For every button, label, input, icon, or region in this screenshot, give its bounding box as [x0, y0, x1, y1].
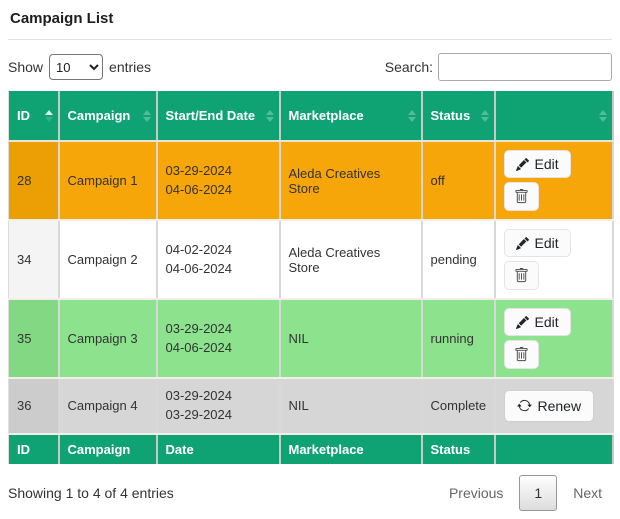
pagination: Previous 1 Next: [439, 475, 612, 511]
edit-button[interactable]: Edit: [504, 229, 571, 257]
table-header: ID Campaign Start/End Date Marketplace S…: [9, 91, 613, 141]
start-date: 04-02-2024: [166, 241, 271, 260]
cell-id: 36: [9, 378, 59, 434]
start-date: 03-29-2024: [166, 162, 271, 181]
footer-header-status: Status: [422, 434, 495, 464]
cell-dates: 03-29-2024 04-06-2024: [157, 141, 280, 220]
header-marketplace[interactable]: Marketplace: [280, 91, 422, 141]
cell-id: 34: [9, 220, 59, 299]
previous-page-button[interactable]: Previous: [439, 479, 513, 507]
pencil-icon: [516, 237, 529, 250]
table-row: 34 Campaign 2 04-02-2024 04-06-2024 Aled…: [9, 220, 613, 299]
start-date: 03-29-2024: [166, 320, 271, 339]
sort-icon: [143, 110, 151, 122]
cell-actions: Edit: [495, 141, 613, 220]
footer-header-marketplace: Marketplace: [280, 434, 422, 464]
end-date: 04-06-2024: [166, 339, 271, 358]
show-label: Show: [8, 59, 43, 75]
table-row: 35 Campaign 3 03-29-2024 04-06-2024 NIL …: [9, 299, 613, 378]
cell-marketplace: Aleda Creatives Store: [280, 141, 422, 220]
cell-actions: Edit: [495, 220, 613, 299]
entries-label: entries: [109, 59, 151, 75]
cell-marketplace: NIL: [280, 378, 422, 434]
footer-header-id: ID: [9, 434, 59, 464]
cell-status: Complete: [422, 378, 495, 434]
header-marketplace-label: Marketplace: [289, 108, 364, 123]
entries-info: Showing 1 to 4 of 4 entries: [8, 485, 174, 501]
header-date-label: Start/End Date: [166, 108, 256, 123]
cell-actions: Renew: [495, 378, 613, 434]
cell-status: pending: [422, 220, 495, 299]
cell-campaign: Campaign 3: [59, 299, 157, 378]
sort-asc-icon: [45, 110, 53, 122]
cell-dates: 03-29-2024 03-29-2024: [157, 378, 280, 434]
search-label: Search:: [385, 59, 433, 75]
header-id-label: ID: [17, 108, 30, 123]
cell-dates: 03-29-2024 04-06-2024: [157, 299, 280, 378]
next-page-button[interactable]: Next: [563, 479, 612, 507]
edit-button-label: Edit: [535, 235, 559, 251]
header-actions[interactable]: [495, 91, 613, 141]
header-date[interactable]: Start/End Date: [157, 91, 280, 141]
cell-dates: 04-02-2024 04-06-2024: [157, 220, 280, 299]
sort-icon: [481, 110, 489, 122]
delete-button[interactable]: [504, 340, 539, 369]
delete-button[interactable]: [504, 182, 539, 211]
header-status[interactable]: Status: [422, 91, 495, 141]
table-controls: Show 10 entries Search:: [8, 53, 612, 81]
trash-icon: [514, 268, 529, 283]
edit-button[interactable]: Edit: [504, 150, 571, 178]
edit-button-label: Edit: [535, 156, 559, 172]
trash-icon: [514, 189, 529, 204]
end-date: 04-06-2024: [166, 181, 271, 200]
pencil-icon: [516, 158, 529, 171]
cell-id: 28: [9, 141, 59, 220]
table-body: 28 Campaign 1 03-29-2024 04-06-2024 Aled…: [9, 141, 613, 434]
page-length-select[interactable]: 10: [49, 54, 103, 80]
page-title: Campaign List: [8, 6, 612, 40]
footer-header-campaign: Campaign: [59, 434, 157, 464]
footer-header-date: Date: [157, 434, 280, 464]
header-status-label: Status: [431, 108, 471, 123]
renew-button-label: Renew: [538, 398, 582, 414]
cell-status: off: [422, 141, 495, 220]
search-control: Search:: [385, 53, 612, 81]
table-info-bar: Showing 1 to 4 of 4 entries Previous 1 N…: [8, 475, 612, 511]
cell-id: 35: [9, 299, 59, 378]
table-row: 28 Campaign 1 03-29-2024 04-06-2024 Aled…: [9, 141, 613, 220]
header-campaign[interactable]: Campaign: [59, 91, 157, 141]
header-id[interactable]: ID: [9, 91, 59, 141]
campaign-list-page: Campaign List Show 10 entries Search: ID: [0, 0, 620, 519]
pencil-icon: [516, 316, 529, 329]
sort-icon: [599, 110, 607, 122]
cell-actions: Edit: [495, 299, 613, 378]
cell-status: running: [422, 299, 495, 378]
table-footer-header: ID Campaign Date Marketplace Status: [9, 434, 613, 464]
sort-icon: [266, 110, 274, 122]
end-date: 04-06-2024: [166, 260, 271, 279]
cell-marketplace: Aleda Creatives Store: [280, 220, 422, 299]
header-campaign-label: Campaign: [68, 108, 131, 123]
edit-button[interactable]: Edit: [504, 308, 571, 336]
table-row: 36 Campaign 4 03-29-2024 03-29-2024 NIL …: [9, 378, 613, 434]
current-page-button[interactable]: 1: [519, 475, 557, 511]
footer-header-actions: [495, 434, 613, 464]
cell-campaign: Campaign 1: [59, 141, 157, 220]
trash-icon: [514, 347, 529, 362]
start-date: 03-29-2024: [166, 387, 271, 406]
cell-campaign: Campaign 4: [59, 378, 157, 434]
refresh-icon: [517, 398, 532, 413]
edit-button-label: Edit: [535, 314, 559, 330]
search-input[interactable]: [438, 53, 612, 81]
page-length-control: Show 10 entries: [8, 54, 151, 80]
renew-button[interactable]: Renew: [504, 390, 595, 422]
campaign-table: ID Campaign Start/End Date Marketplace S…: [8, 91, 614, 464]
delete-button[interactable]: [504, 261, 539, 290]
sort-icon: [408, 110, 416, 122]
end-date: 03-29-2024: [166, 406, 271, 425]
cell-campaign: Campaign 2: [59, 220, 157, 299]
cell-marketplace: NIL: [280, 299, 422, 378]
